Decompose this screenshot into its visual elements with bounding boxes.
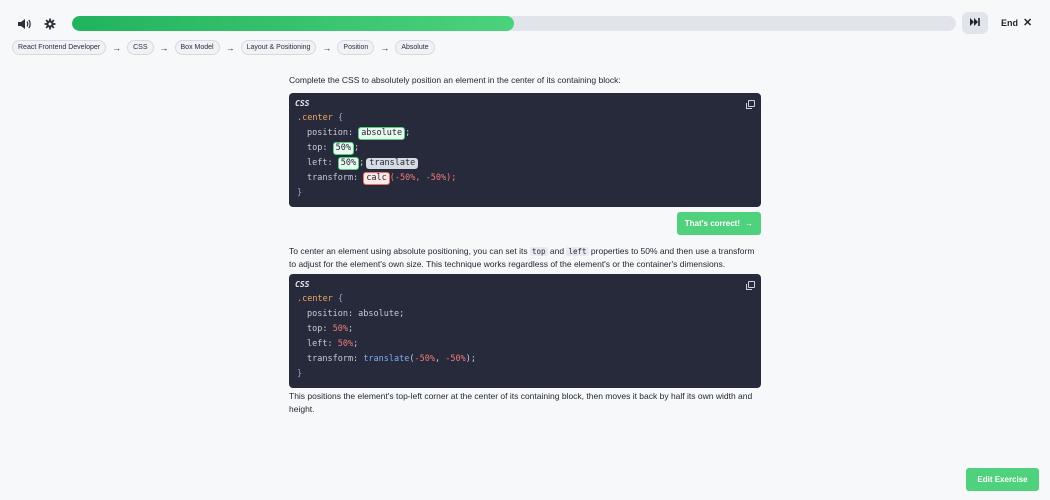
code-val-top: 50% [332,324,348,334]
copy-icon[interactable] [746,280,755,290]
breadcrumb-item-css[interactable]: CSS [127,40,154,55]
exercise-code: .center { position: absolute; top: 50%; lef… [295,111,755,201]
code-val-x: -50% [414,354,435,364]
solution-code-block: CSS .center { position: absolute; top: 50%… [289,274,761,388]
code-val-y: -50% [445,354,466,364]
code-open-brace: { [337,113,344,123]
end-label: End [1001,17,1018,28]
code-open-brace: { [337,294,344,304]
gear-icon[interactable] [40,14,60,34]
breadcrumb: React Frontend Developer → CSS → Box Mod… [12,40,435,55]
end-button[interactable]: End ✕ [1001,16,1032,29]
arrow-right-icon: → [225,42,235,53]
answer-slot-top[interactable]: 50% [332,142,354,155]
code-prop-transform: transform: [307,354,359,364]
code-semicolon: ; [353,143,360,153]
breadcrumb-item-layout-positioning[interactable]: Layout & Positioning [240,40,317,55]
code-selector: .center [297,113,333,123]
code-semicolon: ; [359,158,365,168]
answer-slot-position[interactable]: absolute [358,127,406,140]
code-val-left: 50% [337,339,354,349]
code-prop-left: left: [307,158,333,168]
correct-label: That's correct! [684,219,740,228]
code-prop-top: top: [307,324,328,334]
exercise-panel: Complete the CSS to absolutely position … [289,74,761,416]
explanation-part-1: To center an element using absolute posi… [289,246,528,256]
progress-fill [72,16,514,31]
breadcrumb-item-absolute[interactable]: Absolute [395,40,435,55]
code-semicolon: ; [347,324,354,334]
answer-slot-left[interactable]: 50% [337,157,360,170]
explanation-text: To center an element using absolute posi… [289,245,761,271]
code-prop-top: top: [307,143,328,153]
code-selector: .center [297,294,333,304]
fast-forward-icon [970,17,980,29]
arrow-right-icon: → [322,42,332,53]
code-close-brace: } [297,369,303,379]
inline-code-left: left [566,247,589,256]
exercise-prompt: Complete the CSS to absolutely position … [289,75,621,85]
correct-button[interactable]: That's correct! → [676,212,761,235]
code-prop-transform: transform: [307,173,359,183]
explanation-summary: This positions the element's top-left co… [289,391,753,414]
code-fn-translate: translate [363,354,410,364]
code-transform-args: (-50%, -50%); [389,173,457,183]
arrow-right-icon: → [380,42,390,53]
skip-button[interactable] [962,12,988,34]
inline-code-top: top [530,247,548,256]
code-comma: , [434,354,446,364]
code-paren-close: ); [465,354,476,364]
option-chip-translate[interactable]: translate [366,158,419,169]
code-line-position: position: absolute; [307,309,405,319]
code-prop-position: position: [307,128,354,138]
breadcrumb-item-react-frontend-developer[interactable]: React Frontend Developer [12,40,107,55]
answer-slot-transform[interactable]: calc [363,172,390,185]
explanation-and: and [549,246,565,256]
code-close-brace: } [297,188,303,198]
breadcrumb-item-position[interactable]: Position [337,40,375,55]
code-language-label: CSS [295,279,310,289]
lesson-progress-bar [72,16,956,31]
code-language-label: CSS [295,98,310,108]
exercise-code-block: CSS .center { position: absolute; top: 50%… [289,93,761,207]
arrow-right-icon: → [745,219,753,228]
top-bar: End ✕ [0,10,1050,38]
solution-code: .center { position: absolute; top: 50%; lef… [295,292,755,382]
edit-exercise-button[interactable]: Edit Exercise [966,468,1039,491]
code-semicolon: ; [353,339,359,349]
speaker-icon[interactable] [14,14,34,34]
code-semicolon: ; [405,128,411,138]
breadcrumb-item-box-model[interactable]: Box Model [174,40,220,55]
arrow-right-icon: → [159,42,169,53]
code-prop-left: left: [307,339,333,349]
copy-icon[interactable] [746,99,755,109]
arrow-right-icon: → [112,42,122,53]
close-icon: ✕ [1023,17,1033,29]
